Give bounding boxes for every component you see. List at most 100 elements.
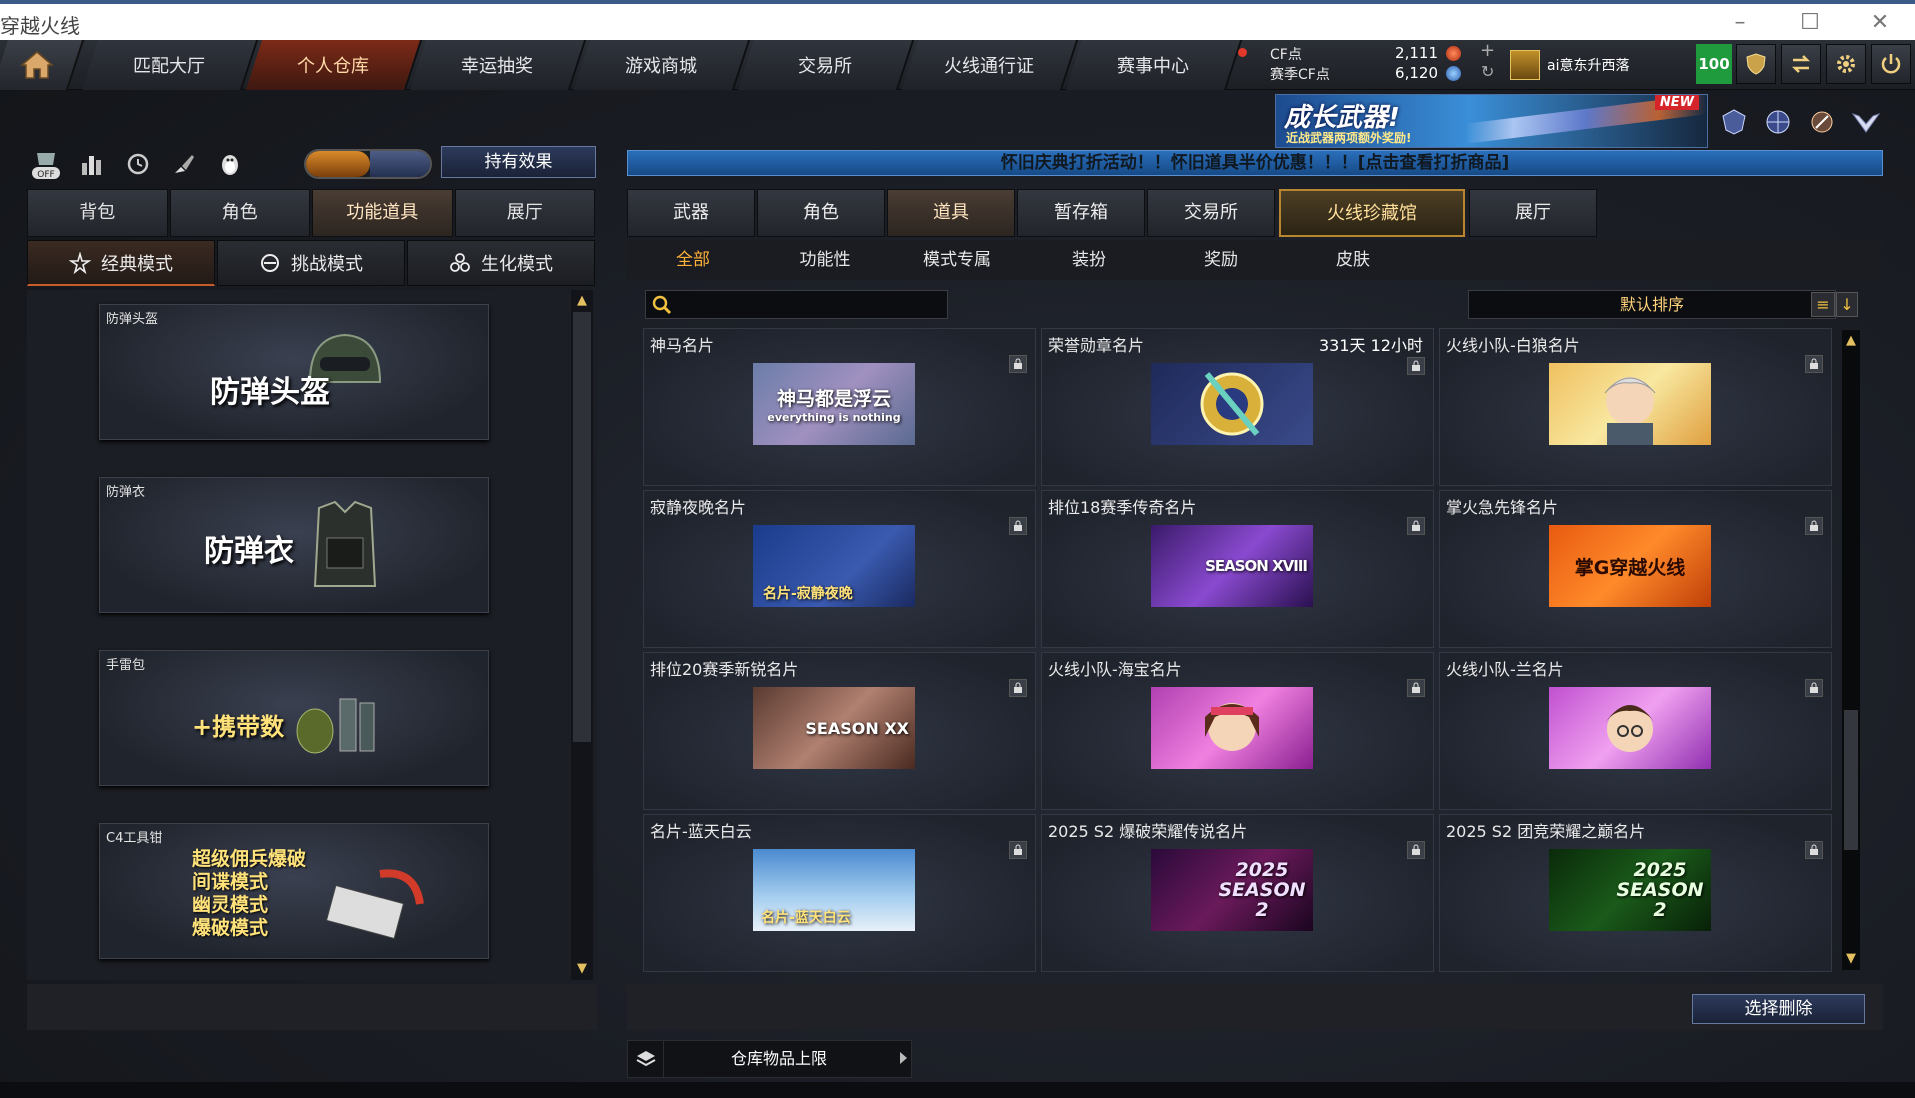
mode-zombie[interactable]: 生化模式 [407, 240, 595, 286]
scroll-up-icon[interactable]: ▲ [1842, 332, 1860, 350]
tab-collection-hall[interactable]: 火线珍藏馆 [1279, 189, 1465, 237]
subtab-mode-exclusive[interactable]: 模式专属 [891, 240, 1023, 280]
penguin-icon[interactable] [212, 146, 248, 182]
maximize-icon[interactable]: ☐ [1790, 8, 1830, 38]
lock-icon[interactable] [1009, 355, 1027, 373]
nav-tab-warehouse[interactable]: 个人仓库 [245, 40, 423, 90]
tab-showroom[interactable]: 展厅 [1469, 189, 1597, 237]
mode-toggle[interactable] [304, 149, 432, 179]
lock-icon[interactable] [1805, 841, 1823, 859]
item-body-armor[interactable]: 防弹衣 防弹衣 [99, 477, 489, 613]
tab-backpack[interactable]: 背包 [27, 189, 168, 237]
tab-weapons[interactable]: 武器 [627, 189, 755, 237]
power-icon[interactable] [1871, 44, 1911, 84]
tab-showroom[interactable]: 展厅 [454, 189, 595, 237]
tab-character[interactable]: 角色 [169, 189, 310, 237]
scroll-down-icon[interactable]: ▼ [573, 960, 591, 978]
shield-icon[interactable] [1736, 44, 1776, 84]
subtab-skins[interactable]: 皮肤 [1287, 240, 1419, 280]
emblem-icon[interactable] [1718, 106, 1750, 138]
season-cf-value: 6,120 [1395, 64, 1438, 82]
lock-icon[interactable] [1407, 357, 1425, 375]
add-cf-icon[interactable]: + [1480, 40, 1495, 61]
item-grenade-pack[interactable]: 手雷包 +携带数 [99, 650, 489, 786]
mode-classic[interactable]: 经典模式 [27, 240, 215, 286]
lock-icon[interactable] [1407, 517, 1425, 535]
close-icon[interactable]: ✕ [1860, 8, 1900, 38]
hold-effect-button[interactable]: 持有效果 [441, 146, 596, 178]
subtab-rewards[interactable]: 奖励 [1155, 240, 1287, 280]
tab-storage-box[interactable]: 暂存箱 [1017, 189, 1145, 237]
list-view-icon[interactable]: ≡ [1811, 292, 1835, 317]
tab-characters[interactable]: 角色 [757, 189, 885, 237]
lock-icon[interactable] [1009, 841, 1027, 859]
item-card[interactable]: 2025 S2 团竞荣耀之巅名片 2025 SEASON 2 [1439, 814, 1832, 972]
stats-icon[interactable] [74, 146, 110, 182]
sort-order-icon[interactable]: ↓ [1836, 292, 1858, 317]
mode-challenge[interactable]: 挑战模式 [217, 240, 405, 286]
item-card[interactable]: 火线小队-海宝名片 [1041, 652, 1434, 810]
scroll-thumb[interactable] [1844, 710, 1858, 850]
scroll-up-icon[interactable]: ▲ [573, 292, 591, 310]
item-card[interactable]: 排位18赛季传奇名片 SEASON XVIII [1041, 490, 1434, 648]
expand-arrow-icon[interactable] [900, 1052, 907, 1064]
item-c4-pliers[interactable]: C4工具钳 超级佣兵爆破 间谍模式 幽灵模式 爆破模式 [99, 823, 489, 959]
search-input[interactable] [676, 293, 941, 316]
lock-icon[interactable] [1805, 517, 1823, 535]
star-icon [69, 251, 91, 274]
gear-icon[interactable] [1826, 44, 1866, 84]
item-card[interactable]: 排位20赛季新锐名片 SEASON XX [643, 652, 1036, 810]
lock-icon[interactable] [1009, 679, 1027, 697]
off-toggle-icon[interactable]: OFF [28, 146, 64, 182]
wings-icon[interactable] [1850, 106, 1882, 138]
select-delete-button[interactable]: 选择删除 [1692, 994, 1865, 1024]
item-card[interactable]: 荣誉勋章名片 331天 12小时 [1041, 328, 1434, 486]
grid-scrollbar[interactable]: ▲ ▼ [1842, 330, 1860, 970]
left-scrollbar[interactable]: ▲ ▼ [571, 290, 593, 980]
item-card[interactable]: 神马名片 神马都是浮云 everything is nothing [643, 328, 1036, 486]
tab-functional-items[interactable]: 功能道具 [312, 189, 453, 237]
nav-tab-battle-pass[interactable]: 火线通行证 [901, 40, 1079, 90]
svg-text:OFF: OFF [37, 170, 54, 180]
lock-icon[interactable] [1805, 355, 1823, 373]
user-name[interactable]: ai意东升西落 [1547, 55, 1629, 75]
sort-dropdown[interactable]: 默认排序 [1468, 290, 1836, 319]
item-card[interactable]: 寂静夜晚名片 名片-寂静夜晚 [643, 490, 1036, 648]
nav-tab-event-center[interactable]: 赛事中心 [1065, 40, 1243, 90]
item-card[interactable]: 火线小队-兰名片 [1439, 652, 1832, 810]
globe-icon[interactable] [1762, 106, 1794, 138]
notice-bar[interactable]: 怀旧庆典打折活动！！怀旧道具半价优惠！！！[点击查看打折商品] [627, 150, 1883, 176]
nav-tab-store[interactable]: 游戏商城 [573, 40, 751, 90]
lock-icon[interactable] [1009, 517, 1027, 535]
subtab-functional[interactable]: 功能性 [759, 240, 891, 280]
item-helmet[interactable]: 防弹头盔 防弹头盔 [99, 304, 489, 440]
brush-icon[interactable] [166, 146, 202, 182]
minimize-icon[interactable]: – [1720, 8, 1760, 38]
item-card[interactable]: 掌火急先锋名片 掌G穿越火线 [1439, 490, 1832, 648]
promo-banner[interactable]: 成长武器! 近战武器两项额外奖励! NEW [1275, 94, 1708, 148]
item-card[interactable]: 2025 S2 爆破荣耀传说名片 2025 SEASON 2 [1041, 814, 1434, 972]
compass-icon[interactable] [1806, 106, 1838, 138]
search-box[interactable] [645, 290, 948, 319]
scroll-thumb[interactable] [573, 312, 591, 742]
item-card[interactable]: 名片-蓝天白云 名片-蓝天白云 [643, 814, 1036, 972]
subtab-cosmetics[interactable]: 装扮 [1023, 240, 1155, 280]
lock-icon[interactable] [1407, 679, 1425, 697]
item-card[interactable]: 火线小队-白狼名片 [1439, 328, 1832, 486]
switch-icon[interactable] [1781, 44, 1821, 84]
tab-exchange[interactable]: 交易所 [1147, 189, 1275, 237]
tab-items[interactable]: 道具 [887, 189, 1015, 237]
home-button[interactable] [0, 40, 85, 90]
lock-icon[interactable] [1805, 679, 1823, 697]
history-icon[interactable] [120, 146, 156, 182]
nav-tab-match-lobby[interactable]: 匹配大厅 [81, 40, 259, 90]
subtab-all[interactable]: 全部 [627, 240, 759, 280]
nav-tab-lucky-draw[interactable]: 幸运抽奖 [409, 40, 587, 90]
lock-icon[interactable] [1407, 841, 1425, 859]
nav-tab-exchange[interactable]: 交易所 [737, 40, 915, 90]
warehouse-capacity[interactable]: 仓库物品上限 [627, 1040, 912, 1078]
level-badge[interactable]: 100 [1696, 44, 1732, 84]
scroll-down-icon[interactable]: ▼ [1842, 950, 1860, 968]
refresh-icon[interactable]: ↻ [1481, 62, 1494, 81]
avatar[interactable] [1510, 50, 1540, 80]
